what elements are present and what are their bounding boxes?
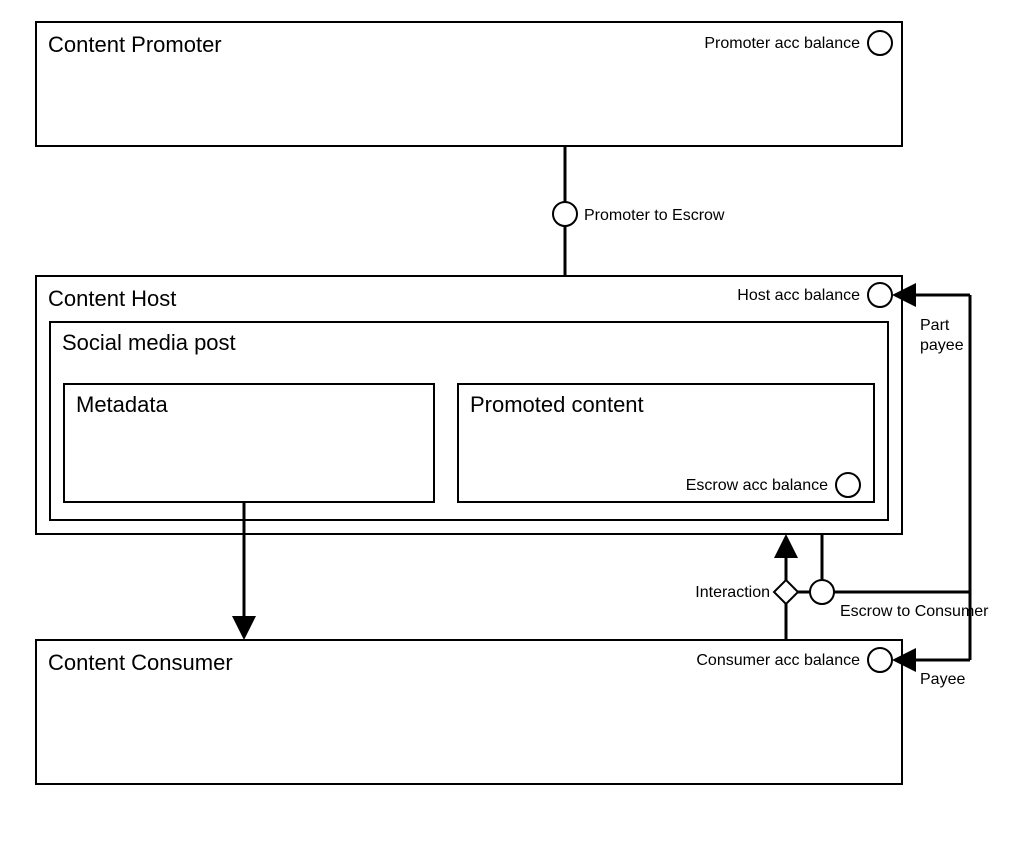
part-payee-label2: payee xyxy=(920,337,964,354)
promoted-content-title: Promoted content xyxy=(470,392,644,417)
escrow-to-consumer-label: Escrow to Consumer xyxy=(840,603,989,620)
promoter-balance-label: Promoter acc balance xyxy=(704,35,860,52)
promoter-to-escrow-label: Promoter to Escrow xyxy=(584,207,725,224)
interaction-diamond xyxy=(774,580,798,604)
diagram-canvas: Content Promoter Promoter acc balance Pr… xyxy=(0,0,1024,868)
host-balance-circle xyxy=(868,283,892,307)
host-balance-label: Host acc balance xyxy=(737,287,860,304)
content-promoter-title: Content Promoter xyxy=(48,32,222,57)
consumer-balance-circle xyxy=(868,648,892,672)
escrow-balance-circle xyxy=(836,473,860,497)
escrow-balance-label: Escrow acc balance xyxy=(686,477,828,494)
interaction-label: Interaction xyxy=(695,584,770,601)
promoter-to-escrow-circle xyxy=(553,202,577,226)
promoter-balance-circle xyxy=(868,31,892,55)
part-payee-label1: Part xyxy=(920,317,950,334)
content-host-title: Content Host xyxy=(48,286,176,311)
consumer-balance-label: Consumer acc balance xyxy=(696,652,860,669)
payee-label: Payee xyxy=(920,671,965,688)
metadata-title: Metadata xyxy=(76,392,168,417)
content-consumer-title: Content Consumer xyxy=(48,650,233,675)
social-media-post-title: Social media post xyxy=(62,330,236,355)
escrow-to-consumer-circle xyxy=(810,580,834,604)
